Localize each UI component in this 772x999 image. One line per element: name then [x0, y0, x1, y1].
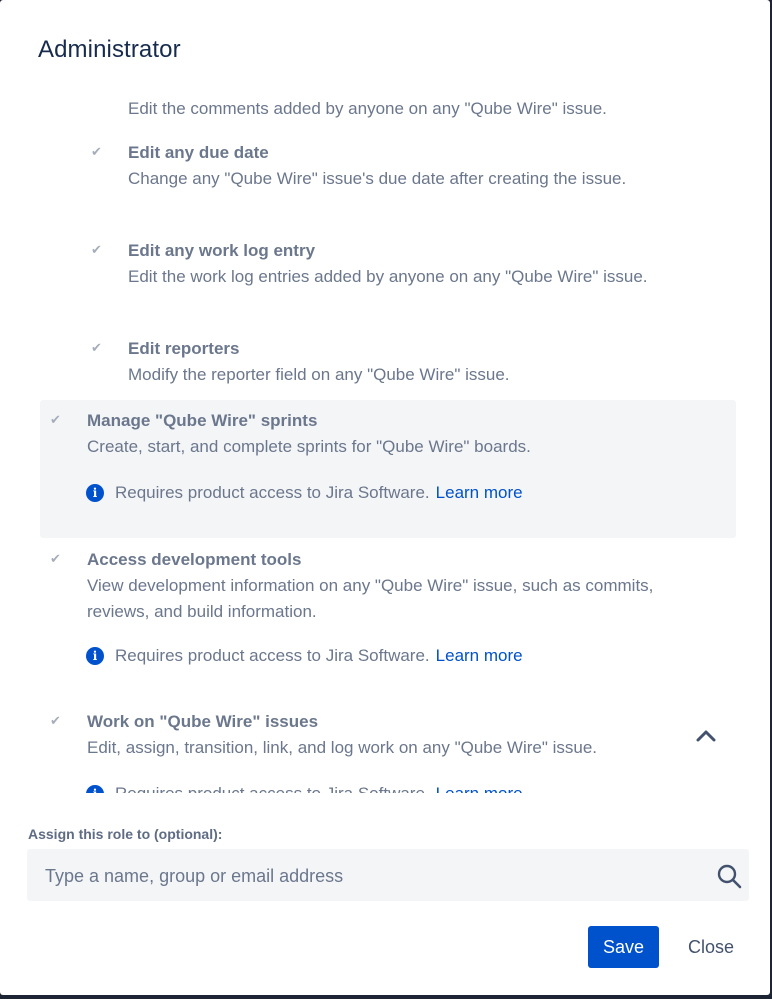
learn-more-link[interactable]: Learn more — [436, 784, 523, 793]
permission-name: Edit reporters — [128, 339, 240, 358]
permission-item: Manage "Qube Wire" sprints Create, start… — [87, 410, 687, 460]
permission-item: Edit any work log entry Edit the work lo… — [128, 240, 668, 290]
permission-item: Edit any due date Change any "Qube Wire"… — [128, 142, 668, 192]
permission-description: Edit the comments added by anyone on any… — [128, 99, 607, 118]
check-icon: ✔ — [50, 412, 61, 427]
role-dialog: Administrator Edit the comments added by… — [0, 0, 770, 995]
info-icon: i — [86, 484, 104, 502]
permission-description: View development information on any "Qub… — [87, 576, 654, 621]
permission-item: Work on "Qube Wire" issues Edit, assign,… — [87, 711, 687, 761]
learn-more-link[interactable]: Learn more — [436, 646, 523, 666]
check-icon: ✔ — [91, 144, 102, 159]
search-icon[interactable] — [716, 863, 742, 889]
check-icon: ✔ — [91, 340, 102, 355]
dialog-title: Administrator — [38, 36, 181, 63]
note-text: Requires product access to Jira Software… — [115, 483, 430, 502]
chevron-up-icon[interactable] — [694, 724, 718, 748]
permission-description: Change any "Qube Wire" issue's due date … — [128, 169, 627, 188]
permission-description: Edit the work log entries added by anyon… — [128, 267, 648, 286]
product-access-note: i Requires product access to Jira Softwa… — [86, 483, 523, 503]
permission-item: Edit the comments added by anyone on any… — [128, 96, 728, 122]
check-icon: ✔ — [50, 551, 61, 566]
check-icon: ✔ — [50, 713, 61, 728]
permission-name: Edit any due date — [128, 143, 269, 162]
info-icon: i — [86, 785, 104, 793]
assign-search-input[interactable] — [43, 861, 687, 891]
assign-role-label: Assign this role to (optional): — [28, 826, 223, 842]
learn-more-link[interactable]: Learn more — [436, 483, 523, 503]
permission-description: Modify the reporter field on any "Qube W… — [128, 365, 510, 384]
permission-name: Manage "Qube Wire" sprints — [87, 411, 318, 430]
permission-name: Edit any work log entry — [128, 241, 316, 260]
product-access-note: i Requires product access to Jira Softwa… — [86, 646, 523, 666]
note-text: Requires product access to Jira Software… — [115, 784, 430, 793]
close-button[interactable]: Close — [676, 926, 746, 968]
permission-name: Work on "Qube Wire" issues — [87, 712, 319, 731]
permission-name: Access development tools — [87, 550, 302, 569]
permission-description: Edit, assign, transition, link, and log … — [87, 738, 598, 757]
check-icon: ✔ — [91, 242, 102, 257]
permission-item: Access development tools View developmen… — [87, 549, 687, 625]
info-icon: i — [86, 647, 104, 665]
product-access-note: i Requires product access to Jira Softwa… — [86, 784, 523, 793]
permission-list[interactable]: Edit the comments added by anyone on any… — [0, 90, 770, 793]
assign-search-field[interactable] — [27, 849, 749, 901]
permission-description: Create, start, and complete sprints for … — [87, 437, 531, 456]
save-button[interactable]: Save — [588, 926, 659, 968]
note-text: Requires product access to Jira Software… — [115, 646, 430, 665]
permission-item: Edit reporters Modify the reporter field… — [128, 338, 728, 388]
